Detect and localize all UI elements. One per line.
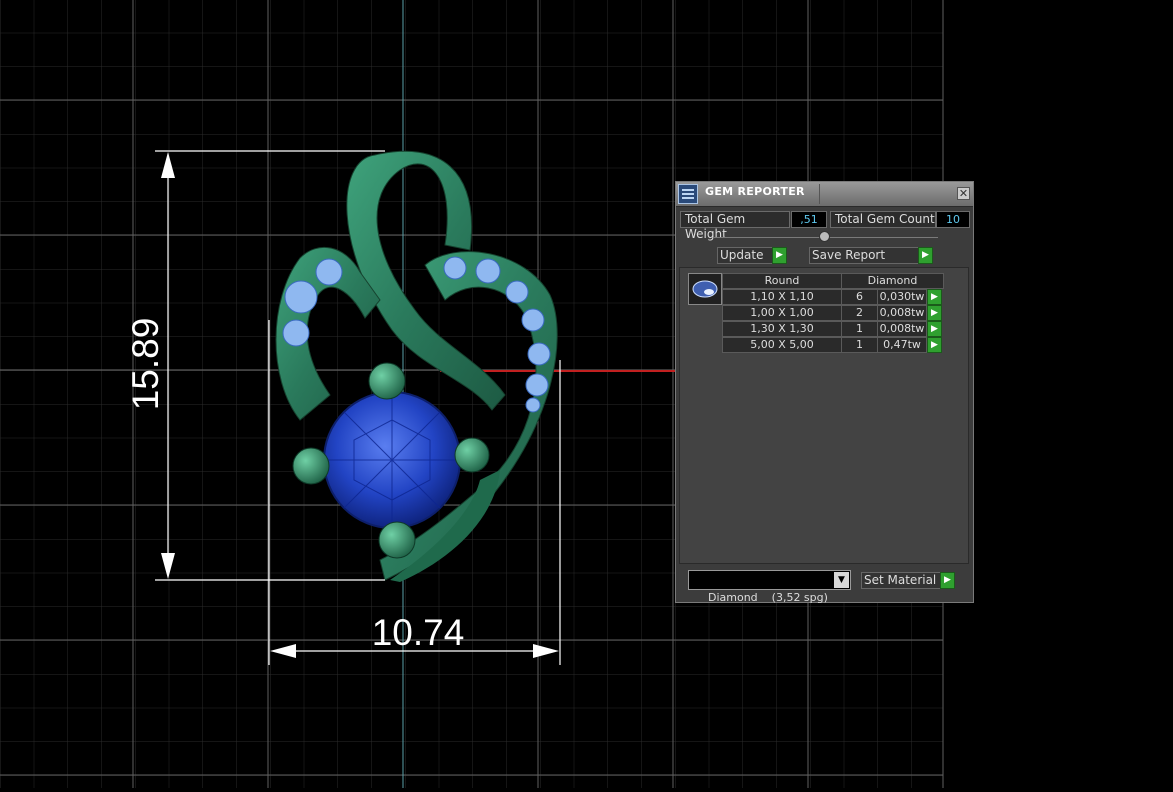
chevron-down-icon[interactable]: ▼	[834, 572, 849, 588]
save-report-button-label: Save Report	[812, 248, 886, 262]
update-button-label: Update	[720, 248, 764, 262]
gem-list[interactable]: Round Diamond 1,10 X 1,10 6 0,030tw ▶ 1,…	[679, 267, 969, 564]
gem-row-size[interactable]: 1,00 X 1,00	[722, 305, 842, 321]
viewport-canvas: 15.89 10.74	[0, 0, 944, 788]
total-gem-weight-label: Total Gem Weight	[680, 211, 790, 241]
set-material-button[interactable]: Set Material ▶	[861, 572, 955, 589]
material-select[interactable]: Diamond (3,52 spg) ▼	[688, 570, 851, 604]
panel-title: GEM REPORTER	[705, 185, 805, 198]
round-gem-thumbnail-icon[interactable]	[688, 273, 722, 305]
set-material-button-label: Set Material	[864, 573, 937, 587]
gem-row-count: 6	[841, 289, 878, 305]
update-play-icon[interactable]: ▶	[772, 247, 787, 264]
gem-row-size[interactable]: 5,00 X 5,00	[722, 337, 842, 353]
header-material: Diamond	[841, 273, 944, 289]
total-gem-count-label: Total Gem Count	[830, 211, 936, 228]
titlebar-divider	[819, 184, 820, 204]
close-icon[interactable]: ✕	[957, 187, 970, 200]
header-shape: Round	[722, 273, 842, 289]
set-material-play-icon[interactable]: ▶	[940, 572, 955, 589]
gem-row-weight: 0,008tw	[877, 321, 927, 337]
gem-row-play-icon[interactable]: ▶	[927, 337, 942, 353]
gem-row-count: 1	[841, 337, 878, 353]
panel-titlebar[interactable]: GEM REPORTER ✕	[676, 182, 973, 207]
total-gem-weight-value: ,51	[791, 211, 827, 228]
gem-row-play-icon[interactable]: ▶	[927, 321, 942, 337]
gem-reporter-icon	[678, 184, 698, 204]
3d-viewport[interactable]: 15.89 10.74	[0, 0, 1173, 788]
gem-row-weight: 0,47tw	[877, 337, 927, 353]
gem-row-count: 1	[841, 321, 878, 337]
gem-row-weight: 0,008tw	[877, 305, 927, 321]
update-button[interactable]: Update ▶	[717, 247, 787, 264]
gem-row-count: 2	[841, 305, 878, 321]
save-report-play-icon[interactable]: ▶	[918, 247, 933, 264]
total-gem-count-value: 10	[936, 211, 970, 228]
gem-row-weight: 0,030tw	[877, 289, 927, 305]
gem-row-size[interactable]: 1,10 X 1,10	[722, 289, 842, 305]
width-dimension-label: 10.74	[372, 612, 465, 653]
gem-row-play-icon[interactable]: ▶	[927, 305, 942, 321]
gem-reporter-panel: GEM REPORTER ✕ Total Gem Weight ,51 Tota…	[675, 181, 974, 604]
save-report-button[interactable]: Save Report ▶	[809, 247, 933, 264]
material-select-value: Diamond (3,52 spg)	[708, 591, 828, 604]
gem-row-play-icon[interactable]: ▶	[927, 289, 942, 305]
gem-row-size[interactable]: 1,30 X 1,30	[722, 321, 842, 337]
collapse-toggle-icon[interactable]	[819, 231, 830, 242]
height-dimension-label: 15.89	[125, 318, 166, 411]
